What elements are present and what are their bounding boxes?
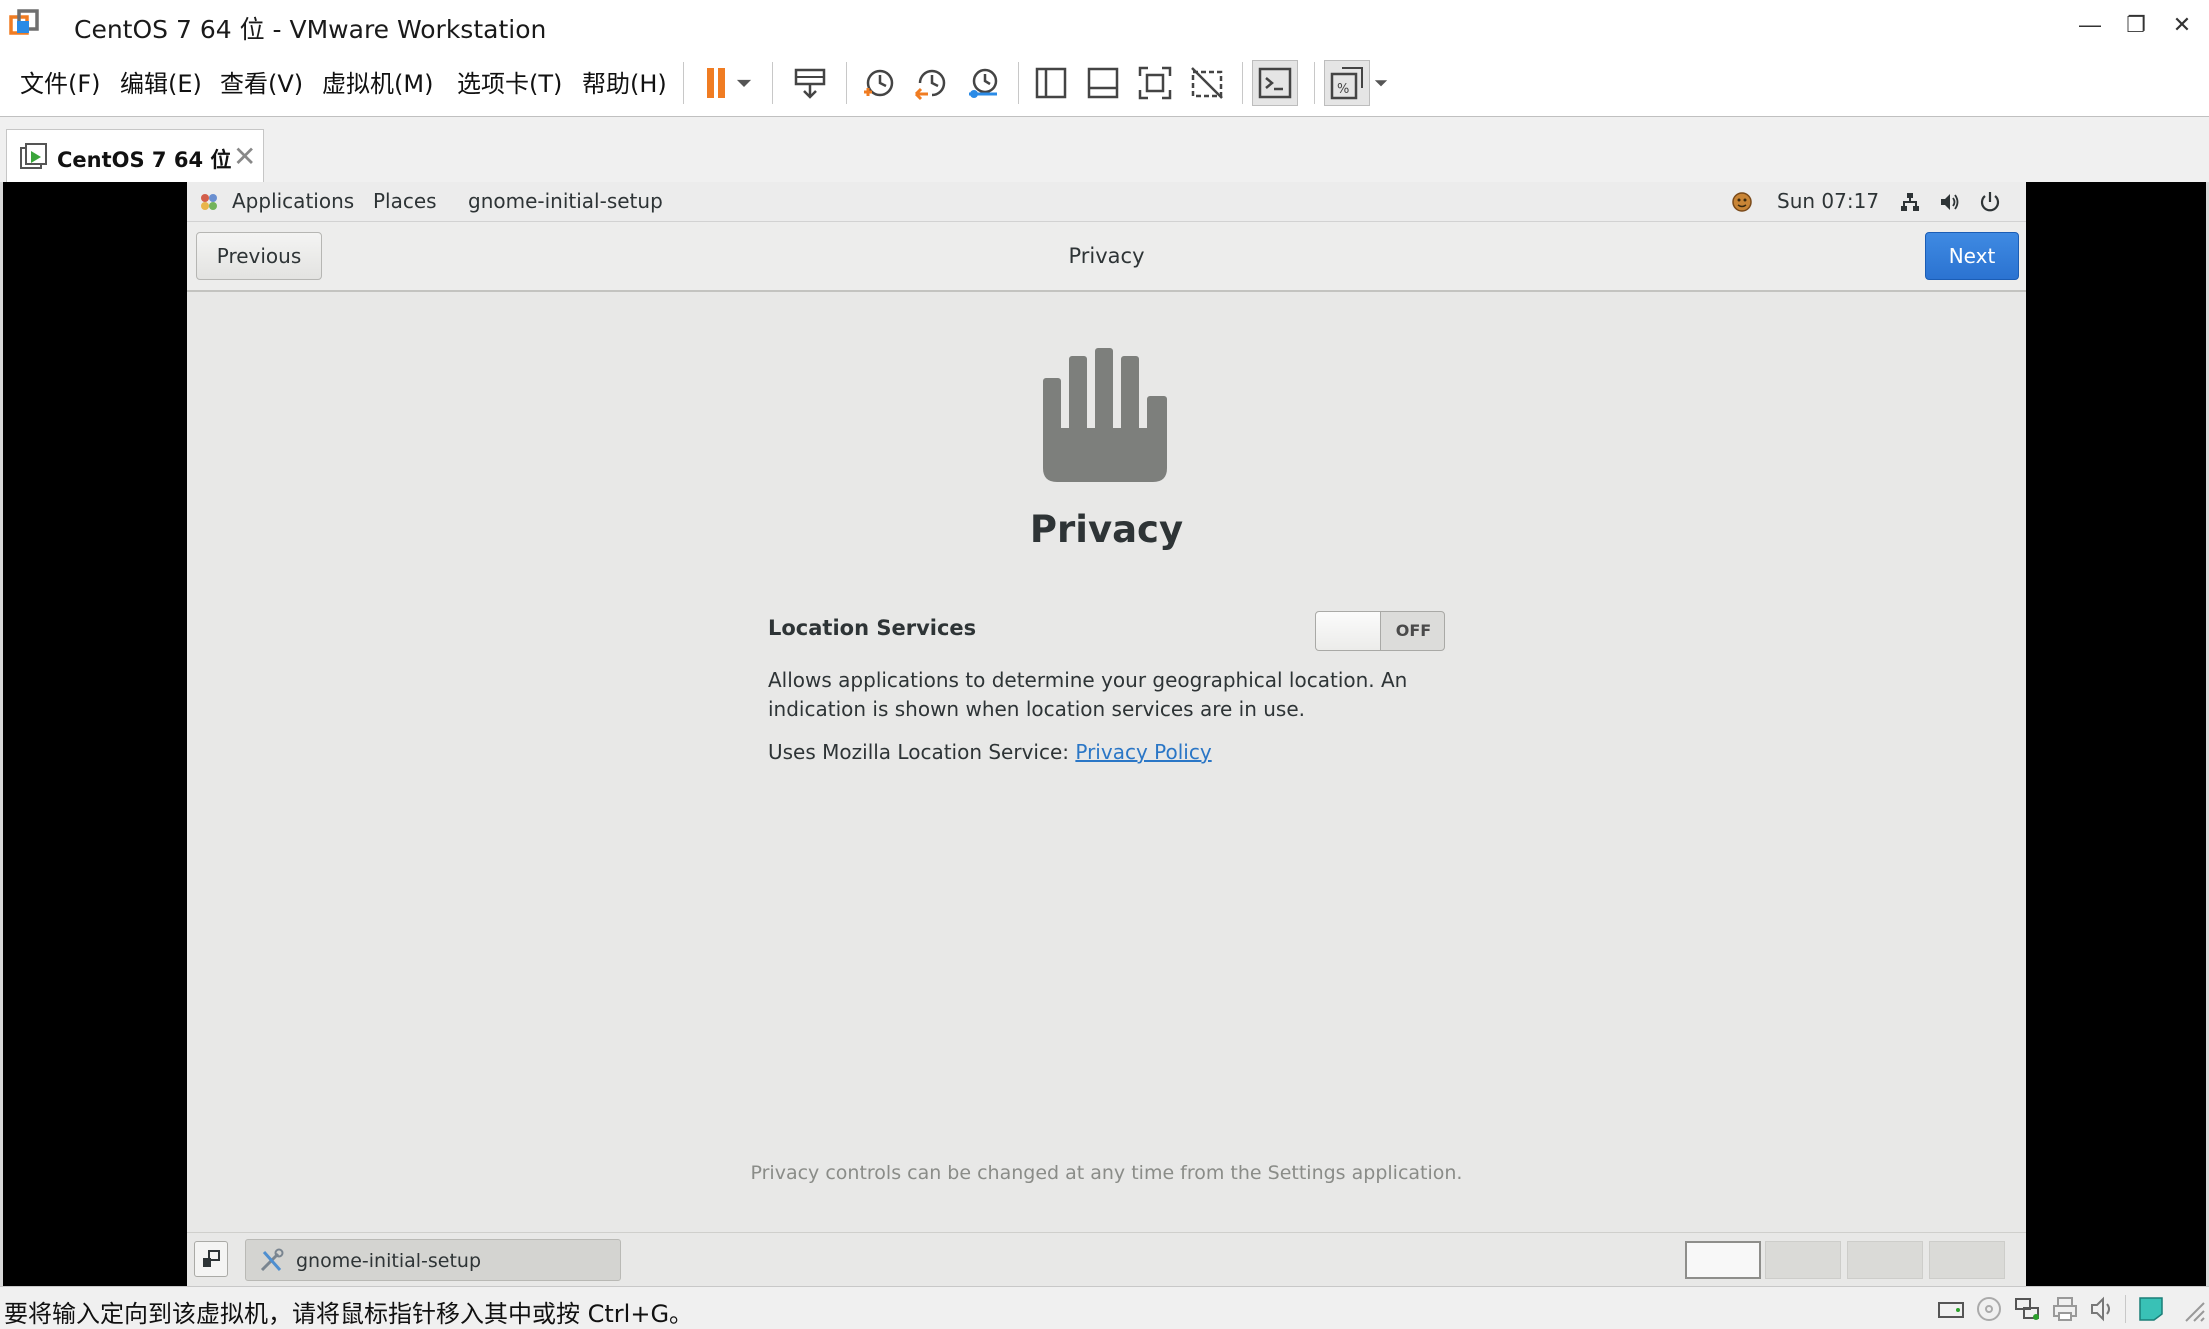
accessibility-face-icon[interactable] <box>1731 191 1753 213</box>
send-ctrl-alt-del-button[interactable] <box>787 60 833 106</box>
toolbar-separator <box>846 62 847 104</box>
stretch-dropdown-button[interactable] <box>1368 60 1394 106</box>
menu-vm[interactable]: 虚拟机(M) <box>322 64 433 99</box>
send-ctrl-alt-del-icon <box>794 68 826 99</box>
sound-card-icon[interactable] <box>2088 1295 2118 1323</box>
volume-icon[interactable] <box>1939 191 1961 213</box>
show-desktop-button[interactable] <box>194 1241 228 1277</box>
mozilla-service-line: Uses Mozilla Location Service: Privacy P… <box>768 740 1212 764</box>
toolbar-separator <box>683 62 684 104</box>
snapshot-manager-icon <box>969 68 998 98</box>
location-services-toggle[interactable]: OFF <box>1315 611 1445 651</box>
location-services-label: Location Services <box>768 616 977 640</box>
dropdown-icon <box>736 79 752 87</box>
menu-file[interactable]: 文件(F) <box>20 64 101 99</box>
tab-centos[interactable]: CentOS 7 64 位 ✕ <box>6 129 264 183</box>
unity-button[interactable] <box>1184 60 1230 106</box>
workspace-3[interactable] <box>1847 1241 1923 1279</box>
setup-header-bar: Previous Privacy Next <box>187 222 2026 292</box>
network-icon[interactable] <box>1899 191 1921 213</box>
hard-disk-icon[interactable] <box>1936 1295 1966 1323</box>
setup-tools-icon <box>260 1248 284 1272</box>
applications-menu[interactable]: Applications <box>232 189 354 213</box>
workspace-1[interactable] <box>1685 1241 1761 1279</box>
library-view-button[interactable] <box>1028 60 1074 106</box>
full-screen-button[interactable] <box>1132 60 1178 106</box>
description-line: Allows applications to determine your ge… <box>768 668 1408 692</box>
thumbnail-bar-button[interactable] <box>1080 60 1126 106</box>
printer-icon[interactable] <box>2050 1295 2080 1323</box>
power-dropdown-button[interactable] <box>729 60 759 106</box>
workspace-2[interactable] <box>1765 1241 1841 1279</box>
take-snapshot-button[interactable] <box>856 60 902 106</box>
tab-label: CentOS 7 64 位 <box>57 148 232 172</box>
gnome-bottom-bar: gnome-initial-setup <box>187 1232 2026 1286</box>
minimize-button[interactable]: — <box>2067 6 2113 44</box>
console-view-button[interactable] <box>1252 60 1298 106</box>
toolbar-separator <box>1018 62 1019 104</box>
taskbar-item-gnome-initial-setup[interactable]: gnome-initial-setup <box>245 1239 621 1281</box>
vm-display[interactable]: Applications Places gnome-initial-setup … <box>0 182 2209 1286</box>
full-screen-icon <box>1138 66 1172 100</box>
revert-snapshot-icon <box>914 69 946 101</box>
tab-strip: CentOS 7 64 位 ✕ <box>0 116 2209 183</box>
power-icon[interactable] <box>1979 191 2001 213</box>
toggle-knob[interactable] <box>1316 612 1381 650</box>
places-menu[interactable]: Places <box>373 189 437 213</box>
stretch-guest-icon: % <box>1330 67 1363 100</box>
snapshot-manager-button[interactable] <box>960 60 1006 106</box>
tab-close-icon[interactable]: ✕ <box>233 140 256 173</box>
network-adapter-icon[interactable] <box>2012 1295 2042 1323</box>
status-separator <box>2125 1295 2126 1323</box>
menu-bar: 文件(F) 编辑(E) 查看(V) 虚拟机(M) 选项卡(T) 帮助(H) % <box>0 50 2209 116</box>
page-heading: Privacy <box>1029 508 1184 551</box>
header-title: Privacy <box>1068 244 1145 268</box>
menu-help[interactable]: 帮助(H) <box>582 64 667 99</box>
menu-tabs[interactable]: 选项卡(T) <box>457 64 562 99</box>
resize-grip-icon[interactable] <box>2176 1295 2206 1323</box>
window-title: CentOS 7 64 位 - VMware Workstation <box>74 15 547 44</box>
applications-icon <box>201 194 217 210</box>
toolbar-separator <box>1242 62 1243 104</box>
active-app-menu[interactable]: gnome-initial-setup <box>468 189 663 213</box>
close-button[interactable]: ✕ <box>2159 6 2205 44</box>
console-view-icon <box>1258 67 1292 99</box>
guest-screen[interactable]: Applications Places gnome-initial-setup … <box>187 182 2026 1286</box>
description-line: indication is shown when location servic… <box>768 697 1306 721</box>
show-desktop-icon <box>203 1250 220 1267</box>
cd-dvd-icon[interactable] <box>1974 1295 2004 1323</box>
status-bar: 要将输入定向到该虚拟机，请将鼠标指针移入其中或按 Ctrl+G。 <box>0 1286 2209 1329</box>
message-log-icon[interactable] <box>2136 1295 2166 1323</box>
next-button[interactable]: Next <box>1925 232 2019 280</box>
toolbar-separator <box>1314 62 1315 104</box>
privacy-policy-link[interactable]: Privacy Policy <box>1075 740 1211 764</box>
dropdown-icon <box>1374 80 1388 87</box>
unity-icon <box>1191 67 1223 99</box>
stretch-guest-button[interactable]: % <box>1324 60 1370 106</box>
vmware-logo-icon <box>9 9 39 35</box>
thumbnail-bar-icon <box>1087 67 1119 99</box>
workspace-4[interactable] <box>1929 1241 2005 1279</box>
footer-note: Privacy controls can be changed at any t… <box>750 1162 1463 1184</box>
menu-edit[interactable]: 编辑(E) <box>120 64 202 99</box>
location-services-description: Allows applications to determine your ge… <box>768 666 1408 724</box>
toggle-state-label: OFF <box>1395 621 1432 640</box>
mozilla-service-text: Uses Mozilla Location Service: <box>768 740 1076 764</box>
svg-text:%: % <box>1337 82 1349 97</box>
hand-icon <box>1043 348 1167 482</box>
snapshot-icon <box>864 69 894 97</box>
title-bar: CentOS 7 64 位 - VMware Workstation — ❐ ✕ <box>0 0 2209 50</box>
status-message: 要将输入定向到该虚拟机，请将鼠标指针移入其中或按 Ctrl+G。 <box>4 1300 694 1328</box>
menu-view[interactable]: 查看(V) <box>220 64 303 99</box>
library-view-icon <box>1035 67 1067 99</box>
revert-snapshot-button[interactable] <box>908 60 954 106</box>
taskbar-item-label: gnome-initial-setup <box>296 1250 482 1272</box>
gnome-top-bar: Applications Places gnome-initial-setup … <box>187 182 2026 222</box>
toolbar-separator <box>772 62 773 104</box>
vm-running-icon <box>20 143 47 169</box>
clock[interactable]: Sun 07:17 <box>1777 189 1879 213</box>
restore-button[interactable]: ❐ <box>2113 6 2159 44</box>
